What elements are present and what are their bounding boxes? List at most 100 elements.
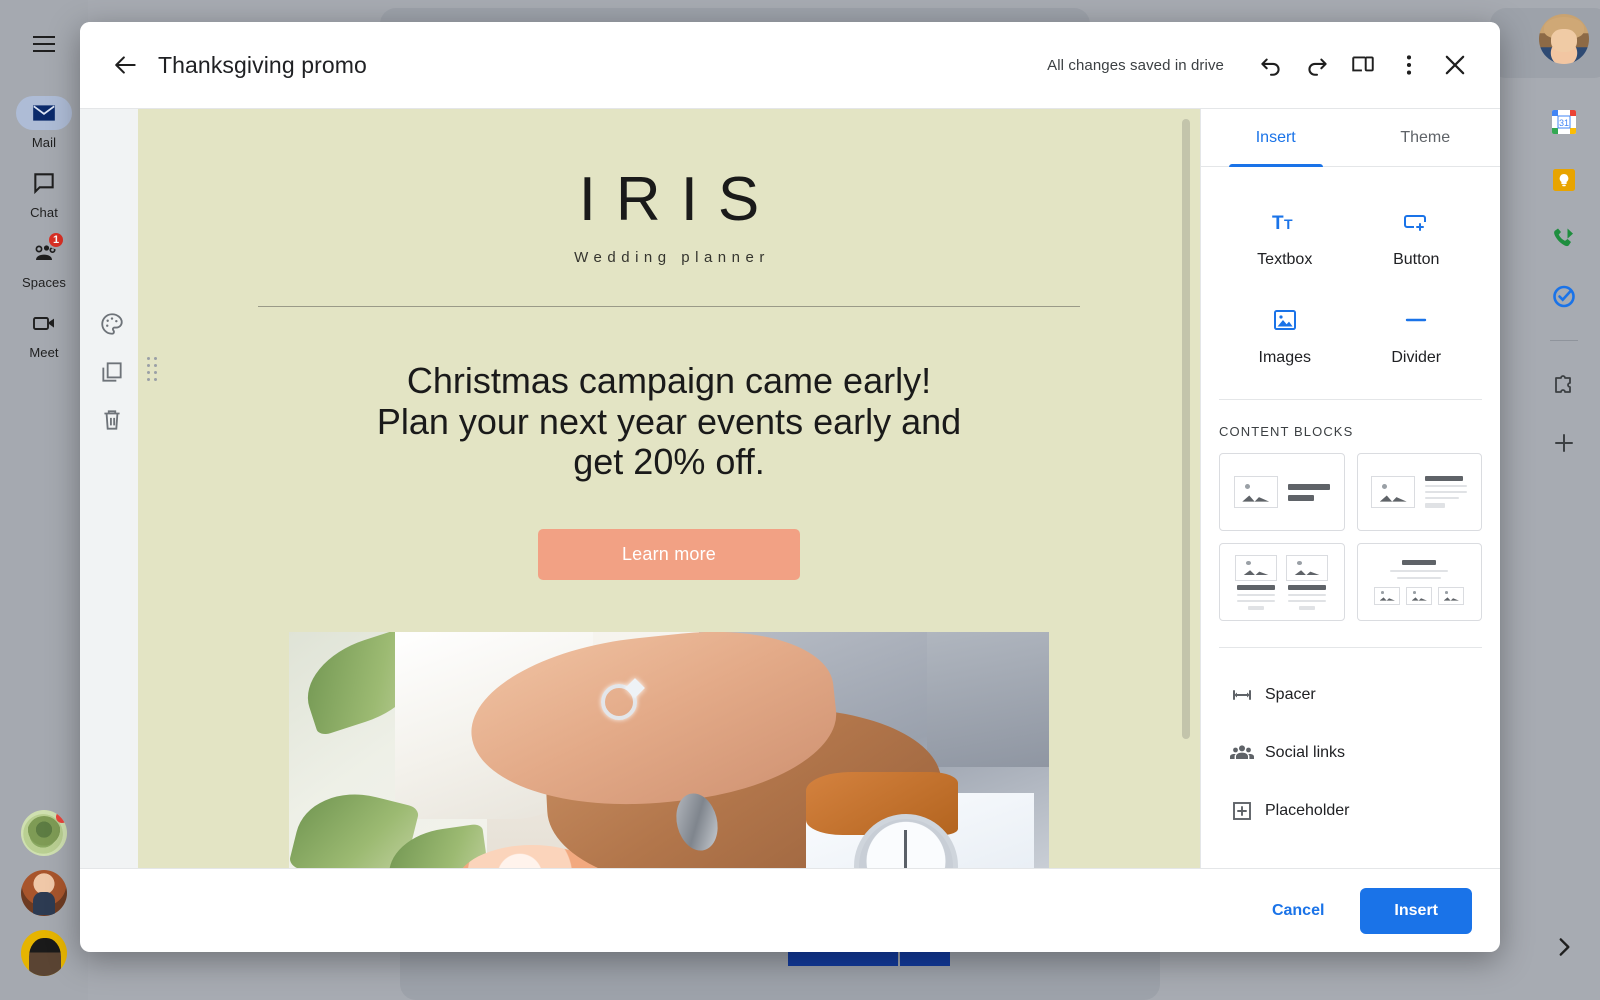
spacer-icon <box>1219 683 1265 707</box>
block-image-left-text-right[interactable] <box>1219 453 1345 531</box>
content-blocks-grid <box>1219 453 1482 621</box>
divider-icon <box>1401 303 1431 337</box>
notification-dot <box>56 811 67 823</box>
insert-items-grid: T T Textbox Button Images Divider <box>1219 167 1482 393</box>
sidebar-item-label: Meet <box>29 345 59 360</box>
button-icon <box>1401 205 1431 239</box>
more-options-icon[interactable] <box>1386 42 1432 88</box>
google-calendar-icon[interactable]: 31 <box>1550 108 1578 136</box>
panel-content: T T Textbox Button Images Divider CONTEN… <box>1201 167 1500 868</box>
panel-divider <box>1219 399 1482 400</box>
user-avatar[interactable] <box>1539 14 1589 64</box>
redo-icon[interactable] <box>1294 42 1340 88</box>
block-toolbar <box>86 307 138 437</box>
spaces-people-icon: 1 <box>16 231 72 270</box>
headline-line-2: Plan your next year events early and <box>376 400 962 442</box>
sidebar-item-label: Spaces <box>22 275 66 290</box>
undo-icon[interactable] <box>1248 42 1294 88</box>
google-keep-icon[interactable] <box>1550 166 1578 194</box>
contact-avatar-1[interactable] <box>21 810 67 856</box>
dialog-header: Thanksgiving promo All changes saved in … <box>80 22 1500 108</box>
svg-text:31: 31 <box>1559 118 1569 128</box>
duplicate-icon[interactable] <box>95 355 129 389</box>
spaces-unread-badge: 1 <box>47 231 65 249</box>
panel-tabs: Insert Theme <box>1201 109 1500 167</box>
brand-subtitle: Wedding planner <box>574 249 770 266</box>
brand-divider <box>258 306 1080 307</box>
insert-item-images[interactable]: Images <box>1219 289 1351 381</box>
list-item-label: Placeholder <box>1265 802 1350 819</box>
sidebar-item-spaces[interactable]: 1 Spaces <box>5 231 83 290</box>
content-blocks-title: CONTENT BLOCKS <box>1219 424 1354 439</box>
tab-insert[interactable]: Insert <box>1201 109 1351 167</box>
brand-name: IRIS <box>578 165 780 234</box>
list-item-social-links[interactable]: Social links <box>1219 724 1482 782</box>
chat-bubble-icon <box>16 166 72 200</box>
video-camera-icon <box>16 306 72 340</box>
save-status-text: All changes saved in drive <box>1047 56 1224 74</box>
contact-avatar-3[interactable] <box>21 930 67 976</box>
insert-item-textbox[interactable]: T T Textbox <box>1219 191 1351 283</box>
cancel-button[interactable]: Cancel <box>1250 890 1346 932</box>
addons-puzzle-icon[interactable] <box>1550 371 1578 399</box>
dialog-footer: Cancel Insert <box>80 868 1500 952</box>
arrow-left-icon[interactable] <box>106 45 146 85</box>
email-headline-block[interactable]: Christmas campaign came early! Plan your… <box>138 360 1200 483</box>
sidebar-item-chat[interactable]: Chat <box>5 166 83 220</box>
sidebar-item-label: Chat <box>30 205 58 220</box>
textbox-icon: T T <box>1270 205 1300 239</box>
drag-handle-icon[interactable] <box>144 357 162 383</box>
insert-item-label: Textbox <box>1257 251 1313 268</box>
sidebar-item-mail[interactable]: Mail <box>5 96 83 150</box>
learn-more-button[interactable]: Learn more <box>538 529 800 581</box>
hamburger-menu-icon[interactable] <box>22 22 66 66</box>
insert-item-label: Button <box>1393 251 1440 268</box>
insert-side-panel: Insert Theme T T Textbox Button Images D… <box>1200 109 1500 868</box>
panel-divider-2 <box>1219 647 1482 648</box>
email-builder-dialog: Thanksgiving promo All changes saved in … <box>80 22 1500 952</box>
insert-item-button[interactable]: Button <box>1351 191 1483 283</box>
close-icon[interactable] <box>1432 42 1478 88</box>
email-editor-area: IRIS Wedding planner Christmas campaign … <box>80 109 1200 868</box>
insert-item-label: Images <box>1258 349 1311 366</box>
wedding-hands-with-rings-photo[interactable] <box>289 632 1049 868</box>
insert-button[interactable]: Insert <box>1360 887 1472 934</box>
svg-text:T: T <box>1272 213 1284 234</box>
add-plus-icon[interactable] <box>1550 429 1578 457</box>
panel-list: Spacer Social links Placeholder <box>1219 666 1482 840</box>
insert-item-label: Divider <box>1391 349 1442 366</box>
google-tasks-icon[interactable] <box>1550 282 1578 310</box>
list-item-placeholder[interactable]: Placeholder <box>1219 782 1482 840</box>
image-icon <box>1270 303 1300 337</box>
contact-avatar-2[interactable] <box>21 870 67 916</box>
svg-text:T: T <box>1284 216 1293 232</box>
email-brand-block[interactable]: IRIS Wedding planner <box>138 169 1200 307</box>
sidebar-item-label: Mail <box>31 135 57 150</box>
block-two-columns-image-text[interactable] <box>1219 543 1345 621</box>
list-item-label: Social links <box>1265 744 1346 761</box>
list-item-spacer[interactable]: Spacer <box>1219 666 1482 724</box>
contacts-list <box>0 810 88 976</box>
tab-theme[interactable]: Theme <box>1351 109 1501 166</box>
block-image-left-paragraph-right[interactable] <box>1356 453 1482 531</box>
page-title: Thanksgiving promo <box>158 51 367 78</box>
mail-icon <box>16 96 72 130</box>
palette-style-icon[interactable] <box>95 307 129 341</box>
cta-block: Learn more <box>138 529 1200 581</box>
email-canvas[interactable]: IRIS Wedding planner Christmas campaign … <box>138 109 1200 868</box>
block-heading-three-images[interactable] <box>1356 543 1482 621</box>
sidebar-item-meet[interactable]: Meet <box>5 306 83 360</box>
delete-trash-icon[interactable] <box>95 403 129 437</box>
vertical-scrollbar[interactable] <box>1182 119 1190 739</box>
headline-line-1: Christmas campaign came early! <box>406 360 932 401</box>
device-preview-icon[interactable] <box>1340 42 1386 88</box>
left-navigation-rail: Mail Chat 1 Spaces Meet <box>0 0 88 1000</box>
headline-line-3: get 20% off. <box>573 441 765 483</box>
social-people-icon <box>1219 741 1265 765</box>
insert-item-divider[interactable]: Divider <box>1351 289 1483 381</box>
rail-divider <box>1550 340 1578 341</box>
list-item-label: Spacer <box>1265 686 1316 703</box>
right-side-panel-rail: 31 <box>1528 0 1600 1000</box>
google-voice-icon[interactable] <box>1550 224 1578 252</box>
chevron-right-icon[interactable] <box>1551 934 1577 960</box>
